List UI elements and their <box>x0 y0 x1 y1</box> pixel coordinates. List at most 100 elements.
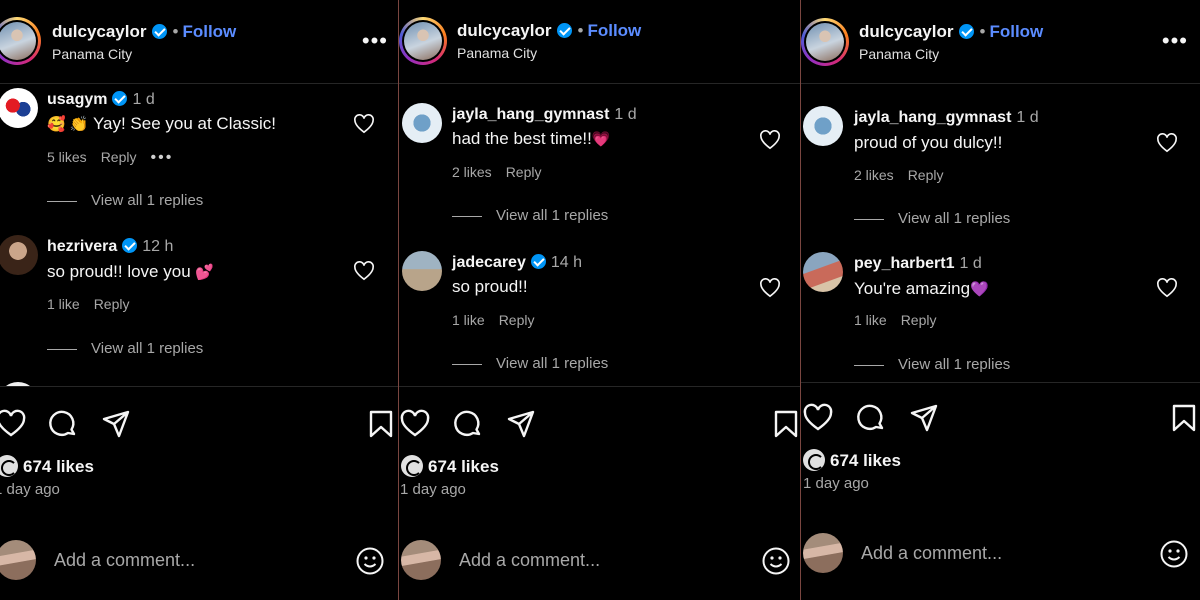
reply-button[interactable]: Reply <box>94 296 130 312</box>
header-location[interactable]: Panama City <box>52 46 132 62</box>
comment-username[interactable]: jadecarey <box>452 254 526 271</box>
comments-list[interactable]: jayla_hang_gymnast 1 d proud of you dulcy… <box>801 85 1200 383</box>
comment-bubble-icon[interactable] <box>453 409 483 439</box>
like-heart-icon[interactable] <box>803 403 833 433</box>
post-header: dulcycaylor • Follow Panama City ••• <box>801 0 1200 84</box>
profile-avatar[interactable] <box>0 17 41 65</box>
comment-meta: 2 likes Reply <box>452 164 555 180</box>
share-send-icon[interactable] <box>909 403 939 433</box>
comment-avatar[interactable] <box>803 106 843 146</box>
comment-emoji: 💕 <box>195 264 215 281</box>
view-replies-link[interactable]: View all 1 replies <box>854 356 1010 373</box>
liked-by-avatar-icon <box>0 455 18 477</box>
comment-avatar[interactable] <box>402 251 442 291</box>
comment-time: 14 h <box>550 254 582 271</box>
comment-likes[interactable]: 1 like <box>47 296 80 312</box>
view-replies-link[interactable]: View all 1 replies <box>854 210 1010 227</box>
reply-button[interactable]: Reply <box>908 167 944 183</box>
follow-button[interactable]: Follow <box>989 22 1043 41</box>
add-comment-input[interactable]: Add a comment... <box>54 550 195 571</box>
comment-avatar[interactable] <box>402 103 442 143</box>
header-username[interactable]: dulcycaylor <box>52 22 147 41</box>
save-bookmark-icon[interactable] <box>366 409 396 439</box>
comment-username[interactable]: hezrivera <box>47 238 117 255</box>
emoji-smile-icon[interactable] <box>355 546 385 576</box>
current-user-avatar <box>0 540 36 580</box>
header-location[interactable]: Panama City <box>859 46 939 62</box>
like-heart-icon[interactable] <box>400 409 430 439</box>
comment-like-heart-icon[interactable] <box>1156 133 1178 153</box>
add-comment-input[interactable]: Add a comment... <box>459 550 600 571</box>
like-heart-icon[interactable] <box>0 409 26 439</box>
add-comment-input[interactable]: Add a comment... <box>861 543 1002 564</box>
comment-avatar[interactable] <box>0 382 38 386</box>
save-bookmark-icon[interactable] <box>1169 403 1199 433</box>
comment-username[interactable]: jayla_hang_gymnast <box>854 109 1011 126</box>
header-location[interactable]: Panama City <box>457 45 537 61</box>
post-age: 1 day ago <box>0 481 60 498</box>
comment-avatar[interactable] <box>0 235 38 275</box>
comment-like-heart-icon[interactable] <box>759 278 781 298</box>
post-panel-1: dulcycaylor • Follow Panama City ••• usagy… <box>0 0 398 600</box>
share-send-icon[interactable] <box>506 409 536 439</box>
follow-button[interactable]: Follow <box>587 21 641 40</box>
comment-likes[interactable]: 2 likes <box>854 167 894 183</box>
comment-time: 1 d <box>132 91 155 108</box>
comment-bubble-icon[interactable] <box>48 409 78 439</box>
comment-more-icon[interactable]: ••• <box>150 149 173 166</box>
post-panel-3: dulcycaylor • Follow Panama City ••• jayla… <box>801 0 1200 600</box>
more-options-icon[interactable]: ••• <box>1162 30 1188 52</box>
reply-button[interactable]: Reply <box>506 164 542 180</box>
comment-like-heart-icon[interactable] <box>353 261 375 281</box>
current-user-avatar <box>803 533 843 573</box>
comments-list[interactable]: jayla_hang_gymnast 1 d had the best time!… <box>399 85 800 387</box>
comment-like-heart-icon[interactable] <box>759 130 781 150</box>
profile-avatar[interactable] <box>801 18 849 66</box>
reply-button[interactable]: Reply <box>499 312 535 328</box>
header-user-line: dulcycaylor • Follow <box>457 21 641 41</box>
comment-like-heart-icon[interactable] <box>1156 278 1178 298</box>
comment-header: hezrivera 12 h <box>47 238 173 256</box>
more-options-icon[interactable]: ••• <box>362 30 388 52</box>
comment-text: had the best time!! <box>452 129 592 148</box>
comment-like-heart-icon[interactable] <box>353 114 375 134</box>
view-replies-link[interactable]: View all 1 replies <box>47 192 203 209</box>
emoji-smile-icon[interactable] <box>1159 539 1189 569</box>
likes-count[interactable]: 674 likes <box>401 455 499 477</box>
comment-likes[interactable]: 1 like <box>854 312 887 328</box>
comment-meta: 2 likes Reply <box>854 167 957 183</box>
view-replies-link[interactable]: View all 1 replies <box>47 340 203 357</box>
likes-count[interactable]: 674 likes <box>803 449 901 471</box>
header-username[interactable]: dulcycaylor <box>457 21 552 40</box>
comment-likes[interactable]: 1 like <box>452 312 485 328</box>
profile-avatar[interactable] <box>399 17 447 65</box>
comment-bubble-icon[interactable] <box>856 403 886 433</box>
comment-time: 1 d <box>959 255 982 272</box>
view-replies-link[interactable]: View all 1 replies <box>452 355 608 372</box>
comment-avatar[interactable] <box>803 252 843 292</box>
comment-likes[interactable]: 2 likes <box>452 164 492 180</box>
likes-count[interactable]: 674 likes <box>0 455 94 477</box>
likes-count-text: 674 likes <box>428 457 499 476</box>
save-bookmark-icon[interactable] <box>771 409 800 439</box>
comments-list[interactable]: usagym 1 d 🥰 👏 Yay! See you at Classic! 5… <box>0 85 398 387</box>
comment-likes[interactable]: 5 likes <box>47 149 87 165</box>
comment-username[interactable]: usagym <box>47 91 107 108</box>
share-send-icon[interactable] <box>101 409 131 439</box>
comment-username[interactable]: jayla_hang_gymnast <box>452 106 609 123</box>
follow-button[interactable]: Follow <box>182 22 236 41</box>
liked-by-avatar-icon <box>803 449 825 471</box>
comment-header: jayla_hang_gymnast 1 d <box>452 106 637 124</box>
comment-avatar[interactable] <box>0 88 38 128</box>
comment-text-line: had the best time!!💗 <box>452 129 611 149</box>
comment-text-line: You're amazing💜 <box>854 279 989 299</box>
view-replies-link[interactable]: View all 1 replies <box>452 207 608 224</box>
header-username[interactable]: dulcycaylor <box>859 22 954 41</box>
reply-button[interactable]: Reply <box>901 312 937 328</box>
comment-username[interactable]: pey_harbert1 <box>854 255 955 272</box>
verified-badge-icon <box>112 91 128 106</box>
comment-meta: 1 like Reply <box>47 296 143 312</box>
emoji-smile-icon[interactable] <box>761 546 791 576</box>
post-age: 1 day ago <box>400 481 466 498</box>
reply-button[interactable]: Reply <box>101 149 137 165</box>
